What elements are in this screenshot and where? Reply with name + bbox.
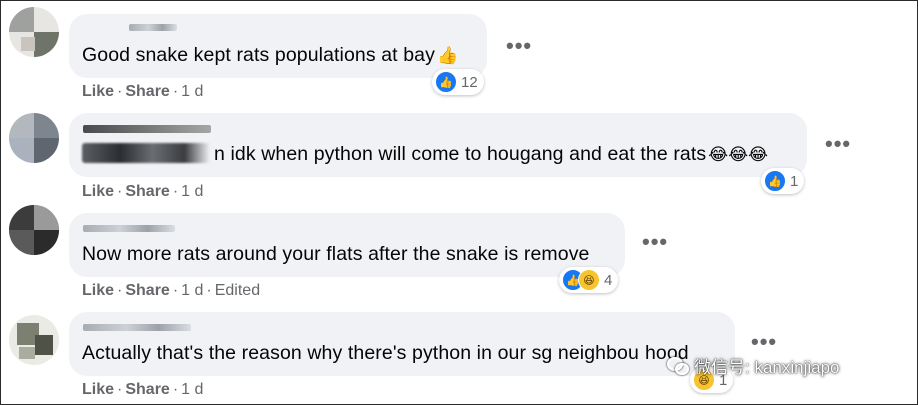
author-name[interactable]	[129, 24, 177, 31]
comment-bubble: Actually that's the reason why there's p…	[69, 312, 735, 376]
comment-text: Actually that's the reason why there's p…	[82, 342, 689, 364]
wechat-icon	[667, 356, 689, 375]
more-options-icon[interactable]: •••	[825, 133, 851, 155]
like-link[interactable]: Like	[82, 381, 114, 398]
wechat-watermark: 微信号: kanxinjiapo	[667, 353, 840, 378]
haha-reaction-icon: 😆	[578, 269, 600, 291]
share-link[interactable]: Share	[125, 183, 169, 200]
avatar[interactable]	[9, 205, 59, 255]
reaction-summary[interactable]: 👍 1	[761, 168, 805, 194]
comment-bubble: n idk when python will come to hougang a…	[69, 113, 807, 177]
reaction-count: 4	[604, 271, 613, 289]
reaction-count: 12	[461, 73, 478, 91]
redacted-text	[82, 143, 210, 163]
comment-actions: Like · Share · 1 d	[82, 381, 204, 398]
more-options-icon[interactable]: •••	[751, 331, 777, 353]
more-options-icon[interactable]: •••	[642, 231, 668, 253]
comment-actions: Like · Share · 1 d · Edited	[82, 282, 261, 299]
comment-text: Good snake kept rats populations at bay 👍	[82, 44, 459, 66]
timestamp[interactable]: 1 d	[181, 183, 203, 200]
watermark-text: 微信号: kanxinjiapo	[694, 358, 840, 377]
reaction-summary[interactable]: 👍 12	[432, 69, 484, 95]
author-name[interactable]	[83, 125, 211, 133]
author-name[interactable]	[83, 225, 175, 232]
share-link[interactable]: Share	[125, 381, 169, 398]
screenshot-frame: Good snake kept rats populations at bay 👍…	[0, 0, 918, 405]
like-link[interactable]: Like	[82, 83, 114, 100]
laughing-emoji: 😂😂😂	[708, 145, 769, 164]
comment-actions: Like · Share · 1 d	[82, 183, 204, 200]
edited-label: Edited	[214, 282, 261, 299]
comment-actions: Like · Share · 1 d	[82, 83, 204, 100]
timestamp[interactable]: 1 d	[181, 83, 203, 100]
thumbs-up-emoji: 👍	[436, 46, 459, 65]
more-options-icon[interactable]: •••	[506, 35, 532, 57]
like-link[interactable]: Like	[82, 282, 114, 299]
share-link[interactable]: Share	[125, 83, 169, 100]
comment-text: Now more rats around your flats after th…	[82, 243, 590, 265]
like-reaction-icon: 👍	[435, 71, 457, 93]
like-reaction-icon: 👍	[764, 170, 786, 192]
comment-text: n idk when python will come to hougang a…	[82, 143, 768, 166]
share-link[interactable]: Share	[125, 282, 169, 299]
avatar[interactable]	[9, 315, 59, 365]
reaction-count: 1	[790, 172, 799, 190]
reaction-summary[interactable]: 👍 😆 4	[559, 267, 619, 293]
timestamp[interactable]: 1 d	[181, 381, 203, 398]
like-link[interactable]: Like	[82, 183, 114, 200]
comment-bubble: Now more rats around your flats after th…	[69, 213, 625, 277]
avatar[interactable]	[9, 113, 59, 163]
avatar[interactable]	[9, 7, 59, 57]
author-name[interactable]	[83, 324, 191, 331]
timestamp[interactable]: 1 d	[181, 282, 203, 299]
comment-bubble: Good snake kept rats populations at bay 👍	[69, 14, 487, 78]
